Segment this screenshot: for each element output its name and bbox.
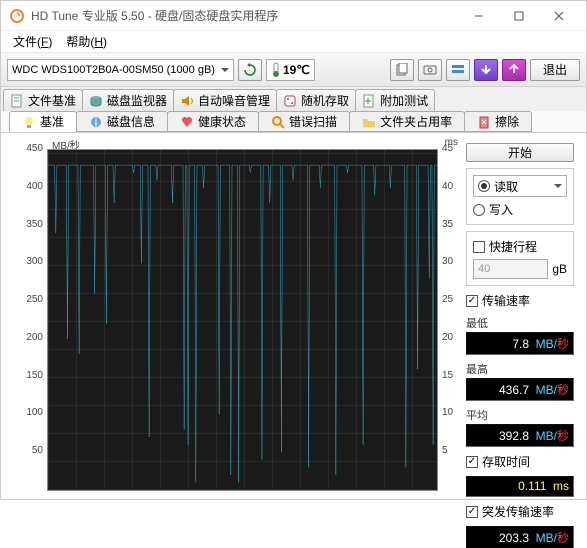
min-label: 最低 <box>466 315 574 331</box>
temperature-display: 19℃ <box>266 59 315 81</box>
y-tick: 200 <box>7 332 43 343</box>
y-tick: 100 <box>7 407 43 418</box>
save-button[interactable] <box>474 59 498 81</box>
speaker-icon <box>180 94 194 108</box>
quick-checkbox[interactable]: 快捷行程 <box>473 238 567 255</box>
erase-icon <box>477 115 491 129</box>
info-icon: i <box>89 115 103 129</box>
close-button[interactable] <box>540 4 578 28</box>
doc-icon <box>10 94 24 108</box>
screenshot-button[interactable] <box>418 59 442 81</box>
max-label: 最高 <box>466 361 574 377</box>
access-value: 0.111 ms <box>466 476 574 497</box>
maximize-button[interactable] <box>500 4 538 28</box>
export-button[interactable] <box>502 59 526 81</box>
y-tick: 250 <box>7 294 43 305</box>
dice-icon <box>283 94 297 108</box>
tab-自动噪音管理[interactable]: 自动噪音管理 <box>173 89 277 111</box>
start-button[interactable]: 开始 <box>466 143 574 162</box>
burst-checkbox[interactable]: 突发传输速率 <box>466 503 574 520</box>
r-tick: 10 <box>442 407 460 418</box>
y-tick: 400 <box>7 181 43 192</box>
svg-text:i: i <box>95 115 98 129</box>
y-tick: 150 <box>7 370 43 381</box>
subtab-文件夹占用率[interactable]: 文件夹占用率 <box>349 111 465 132</box>
access-checkbox[interactable]: 存取时间 <box>466 453 574 470</box>
min-value: 7.8 MB/秒 <box>466 332 574 355</box>
max-value: 436.7 MB/秒 <box>466 378 574 401</box>
plus-icon <box>362 94 376 108</box>
settings-button[interactable] <box>446 59 470 81</box>
copy-button[interactable] <box>390 59 414 81</box>
r-tick: 35 <box>442 219 460 230</box>
exit-button[interactable]: 退出 <box>530 59 580 81</box>
subtab-错误扫描[interactable]: 错误扫描 <box>258 111 350 132</box>
folder-icon <box>362 115 376 129</box>
drive-select[interactable]: WDC WDS100T2B0A-00SM50 (1000 gB) <box>7 59 234 81</box>
thermometer-icon <box>271 62 281 78</box>
tab-文件基准[interactable]: 文件基准 <box>3 89 83 111</box>
avg-label: 平均 <box>466 407 574 423</box>
y-tick: 450 <box>7 143 43 154</box>
scan-icon <box>271 115 285 129</box>
disk-icon <box>89 94 103 108</box>
bulb-icon <box>22 115 36 129</box>
burst-value: 203.3 MB/秒 <box>466 526 574 548</box>
subtab-擦除[interactable]: 擦除 <box>464 111 532 132</box>
r-tick: 5 <box>442 445 460 456</box>
window-title: HD Tune 专业版 5.50 - 硬盘/固态硬盘实用程序 <box>31 7 460 24</box>
tab-附加测试[interactable]: 附加测试 <box>355 89 435 111</box>
write-radio[interactable]: 写入 <box>473 201 567 218</box>
y-tick: 300 <box>7 256 43 267</box>
quick-value-input[interactable]: 40 <box>473 259 548 279</box>
subtab-磁盘信息[interactable]: i磁盘信息 <box>76 111 168 132</box>
r-tick: 30 <box>442 256 460 267</box>
benchmark-chart: MB/秒 ms 45040035030025020015010050 45403… <box>7 139 460 495</box>
r-tick: 45 <box>442 143 460 154</box>
subtab-健康状态[interactable]: 健康状态 <box>167 111 259 132</box>
menu-help[interactable]: 帮助(H) <box>60 31 113 52</box>
tab-随机存取[interactable]: 随机存取 <box>276 89 356 111</box>
avg-value: 392.8 MB/秒 <box>466 424 574 447</box>
r-tick: 25 <box>442 294 460 305</box>
y-tick: 50 <box>7 445 43 456</box>
read-radio[interactable]: 读取 <box>473 175 567 197</box>
rate-checkbox[interactable]: 传输速率 <box>466 292 574 309</box>
r-tick: 20 <box>442 332 460 343</box>
r-tick: 40 <box>442 181 460 192</box>
app-icon <box>9 8 25 24</box>
tab-磁盘监视器[interactable]: 磁盘监视器 <box>82 89 174 111</box>
menu-file[interactable]: 文件(F) <box>7 31 58 52</box>
y-tick: 350 <box>7 219 43 230</box>
health-icon <box>180 115 194 129</box>
r-tick: 15 <box>442 370 460 381</box>
minimize-button[interactable] <box>460 4 498 28</box>
refresh-button[interactable] <box>238 59 262 81</box>
subtab-基准[interactable]: 基准 <box>9 111 77 132</box>
